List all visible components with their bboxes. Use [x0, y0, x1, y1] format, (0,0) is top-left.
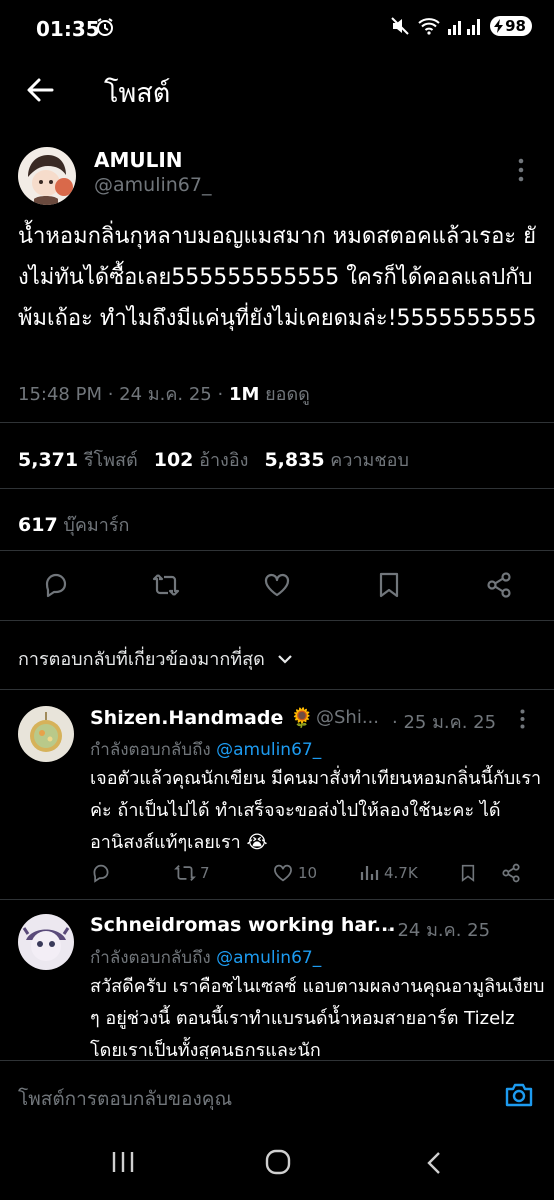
reply-author-name-text: Shizen.Handmade — [90, 707, 284, 729]
replying-prefix: กำลังตอบกลับถึง — [90, 948, 211, 968]
alarm-icon — [95, 17, 115, 37]
post-time: 15:48 PM · 24 ม.ค. 25 · — [18, 384, 224, 405]
home-button[interactable] — [264, 1148, 292, 1176]
reply-avatar[interactable] — [18, 914, 74, 970]
bookmark-button[interactable] — [374, 570, 404, 600]
chevron-left-icon — [427, 1152, 440, 1174]
likes-label: ความชอบ — [330, 450, 409, 471]
reposts-count: 5,371 — [18, 449, 79, 471]
share-icon — [487, 572, 511, 598]
recent-apps-button[interactable] — [110, 1150, 136, 1174]
status-icons: 98 — [390, 16, 532, 36]
quotes-count: 102 — [153, 449, 194, 471]
reply-sort-dropdown[interactable]: การตอบกลับที่เกี่ยวข้องมากที่สุด — [18, 644, 293, 673]
battery-level: 98 — [505, 17, 526, 35]
heart-icon — [274, 864, 292, 882]
bookmarks-stat[interactable]: 617 บุ๊คมาร์ก — [18, 510, 129, 539]
replying-prefix: กำลังตอบกลับถึง — [90, 740, 211, 760]
more-options-icon[interactable] — [518, 158, 524, 182]
author-handle[interactable]: @amulin67_ — [94, 174, 211, 196]
reply-date: · 25 ม.ค. 25 — [392, 712, 497, 733]
replying-to: กำลังตอบกลับถึง @amulin67_ — [90, 944, 321, 971]
reply-view-count: 4.7K — [384, 864, 418, 882]
reply-repost-count: 7 — [200, 864, 210, 882]
reply-like-count: 10 — [298, 864, 318, 882]
bookmark-icon — [379, 572, 399, 598]
reply-share-button[interactable] — [500, 862, 522, 884]
reply-author-name[interactable]: Shizen.Handmade 🌻 — [90, 706, 314, 729]
reply-like-button[interactable]: 10 — [272, 862, 358, 884]
system-back-button[interactable] — [424, 1150, 444, 1176]
bookmark-icon — [461, 864, 475, 882]
reply-icon — [45, 573, 67, 598]
divider — [0, 422, 554, 423]
back-button[interactable] — [22, 72, 58, 108]
reply-repost-button[interactable]: 7 — [174, 862, 272, 884]
divider — [0, 488, 554, 489]
divider — [0, 620, 554, 621]
divider — [0, 899, 554, 900]
reply-sort-label: การตอบกลับที่เกี่ยวข้องมากที่สุด — [18, 649, 265, 670]
share-button[interactable] — [484, 570, 514, 600]
post-text: น้ำหอมกลิ่นกุหลาบมอญแมสมาก หมดสตอคแล้วเร… — [18, 224, 537, 331]
author-avatar[interactable] — [18, 147, 76, 205]
replying-to-handle[interactable]: @amulin67_ — [216, 948, 321, 968]
mute-icon — [390, 16, 410, 36]
reply-action-bar: 7 10 4.7K — [90, 862, 522, 884]
status-time: 01:35 — [36, 17, 100, 41]
repost-button[interactable] — [151, 570, 181, 600]
reply-reply-button[interactable] — [90, 862, 174, 884]
sunflower-emoji: 🌻 — [290, 707, 314, 729]
reply-more-icon[interactable] — [520, 709, 525, 729]
likes-stat[interactable]: 5,835 ความชอบ — [264, 445, 408, 474]
signal-icon — [448, 17, 482, 35]
reply-author-handle[interactable]: @Shi... — [316, 707, 379, 728]
views-label: ยอดดู — [265, 384, 310, 405]
views-icon — [360, 866, 379, 880]
reply-date: · 24 ม.ค. 25 — [386, 920, 491, 941]
quotes-label: อ้างอิง — [199, 450, 249, 471]
reply-button[interactable] — [41, 570, 71, 600]
page-title: โพสต์ — [104, 78, 171, 109]
battery-indicator: 98 — [490, 16, 532, 36]
post-stats: 5,371 รีโพสต์ 102 อ้างอิง 5,835 ความชอบ — [18, 445, 409, 474]
reply-author-name[interactable]: Schneidromas working har... — [90, 914, 396, 936]
author-name[interactable]: AMULIN — [94, 148, 183, 172]
recent-apps-icon — [112, 1152, 134, 1172]
replying-to: กำลังตอบกลับถึง @amulin67_ — [90, 736, 321, 763]
reply-avatar[interactable] — [18, 706, 74, 762]
bookmarks-label: บุ๊คมาร์ก — [63, 515, 130, 536]
views-count[interactable]: 1M — [229, 384, 259, 405]
reposts-label: รีโพสต์ — [83, 450, 138, 471]
arrow-left-icon — [27, 78, 54, 102]
camera-icon[interactable] — [504, 1080, 534, 1110]
reposts-stat[interactable]: 5,371 รีโพสต์ — [18, 445, 138, 474]
repost-icon — [152, 574, 180, 596]
chevron-down-icon — [278, 654, 292, 664]
bookmarks-count: 617 — [18, 514, 58, 536]
quotes-stat[interactable]: 102 อ้างอิง — [154, 445, 249, 474]
reply-text: เจอตัวแล้วคุณนักเขียน มีคนมาสั่งทำเทียนห… — [90, 768, 542, 853]
reply-icon — [93, 864, 109, 883]
share-icon — [502, 863, 520, 883]
post-meta: 15:48 PM · 24 ม.ค. 25 · 1M ยอดดู — [18, 379, 310, 408]
reply-bookmark-button[interactable] — [458, 862, 500, 884]
wifi-icon — [418, 17, 440, 35]
reply-compose-input[interactable]: โพสต์การตอบกลับของคุณ — [18, 1084, 232, 1114]
like-button[interactable] — [262, 570, 292, 600]
reply-views-button[interactable]: 4.7K — [358, 862, 458, 884]
home-icon — [265, 1149, 291, 1175]
reply-text: สวัสดีครับ เราคือชไนเซลซ์ แอบตามผลงานคุณ… — [90, 976, 545, 1059]
replying-to-handle[interactable]: @amulin67_ — [216, 740, 321, 760]
repost-icon — [174, 865, 196, 881]
divider — [0, 689, 554, 690]
likes-count: 5,835 — [264, 449, 325, 471]
divider — [0, 550, 554, 551]
heart-icon — [264, 573, 290, 597]
